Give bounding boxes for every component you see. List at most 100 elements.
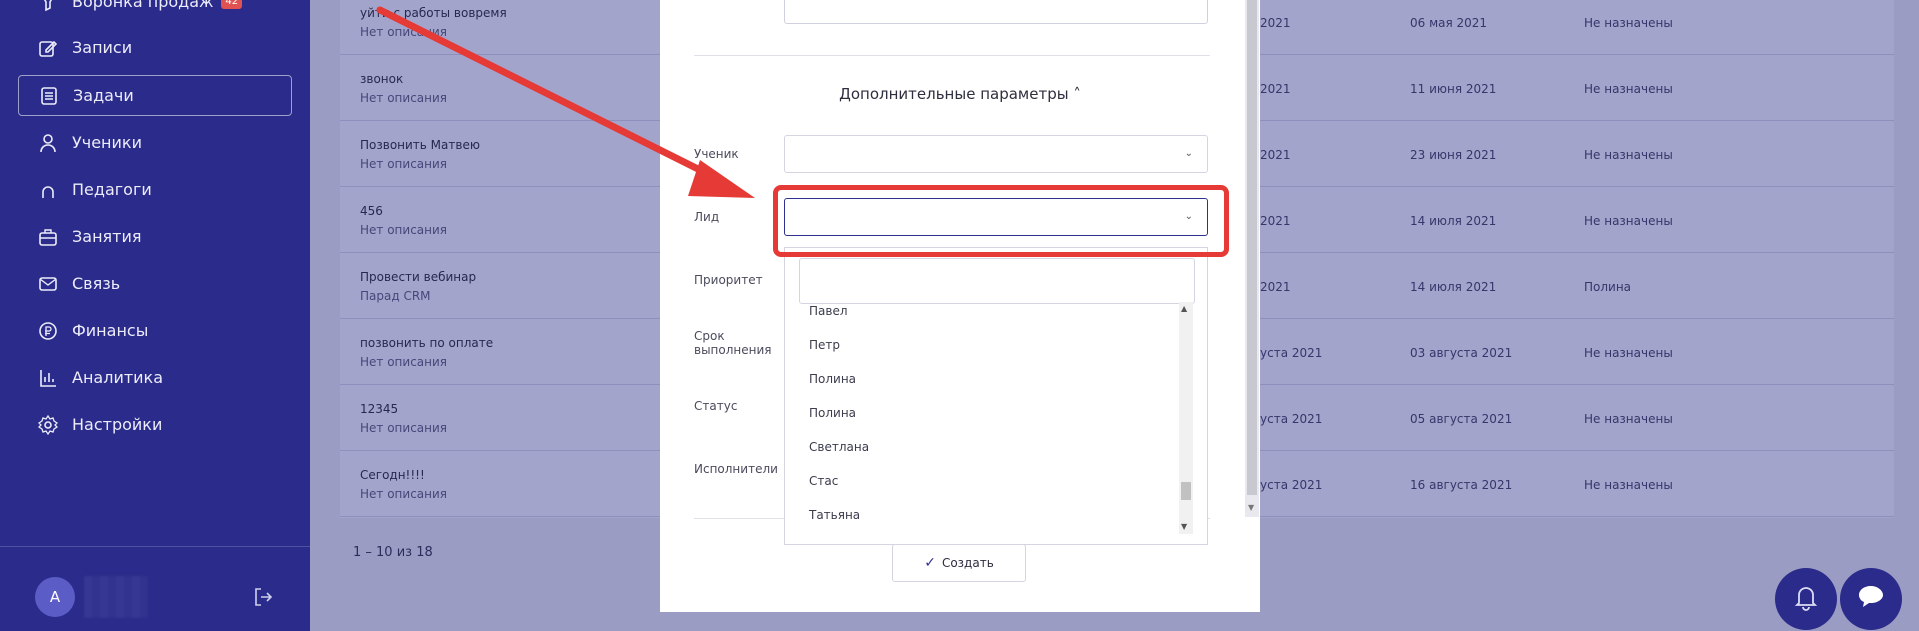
sidebar-item-teachers[interactable]: Педагоги (18, 169, 292, 210)
advanced-params-toggle[interactable]: Дополнительные параметры ˄ (660, 85, 1260, 103)
chevron-down-icon: ⌄ (1184, 148, 1193, 159)
bell-icon (1793, 583, 1819, 615)
task-desc: Нет описания (360, 421, 448, 435)
dropdown-option[interactable]: Светлана (809, 440, 869, 454)
sidebar-item-label: Связь (72, 274, 121, 293)
task-created: 2021 (1260, 148, 1291, 162)
funnel-icon (38, 0, 58, 12)
status-label: Статус (694, 399, 738, 413)
sidebar-item-finance[interactable]: Финансы (18, 310, 292, 351)
task-title: Провести вебинар (360, 270, 477, 284)
task-due: 16 августа 2021 (1410, 478, 1513, 492)
dropdown-option[interactable]: Павел (809, 304, 848, 318)
lead-dropdown: Павел Петр Полина Полина Светлана Стас Т… (784, 247, 1208, 545)
task-assignee: Не назначены (1584, 148, 1673, 162)
sidebar-item-label: Занятия (72, 227, 142, 246)
task-assignee: Не назначены (1584, 412, 1673, 426)
task-due: 14 июля 2021 (1410, 280, 1497, 294)
task-desc: Нет описания (360, 223, 448, 237)
sidebar-item-label: Записи (72, 38, 133, 57)
modal-divider (694, 55, 1210, 56)
task-desc: Нет описания (360, 25, 448, 39)
task-desc: Нет описания (360, 487, 448, 501)
task-created: 2021 (1260, 214, 1291, 228)
priority-label: Приоритет (694, 273, 763, 287)
task-created: 2021 (1260, 16, 1291, 30)
task-assignee: Не назначены (1584, 16, 1673, 30)
sidebar-item-label: Педагоги (72, 180, 152, 199)
student-select[interactable]: ⌄ (784, 135, 1208, 173)
highlight-box (773, 185, 1229, 257)
sidebar-divider (0, 546, 310, 547)
sidebar-item-label: Настройки (72, 415, 163, 434)
create-button-label: Создать (941, 556, 994, 570)
dropdown-option[interactable]: Полина (809, 406, 856, 420)
avatar[interactable]: А (35, 577, 75, 617)
task-created: уста 2021 (1260, 478, 1323, 492)
scrollbar-thumb[interactable] (1181, 482, 1191, 500)
task-title: 12345 (360, 402, 399, 416)
dropdown-option[interactable]: Татьяна (809, 508, 860, 522)
dropdown-scrollbar[interactable]: ▲ ▼ (1179, 302, 1193, 534)
dropdown-search-input[interactable] (799, 258, 1195, 304)
task-due: 11 июня 2021 (1410, 82, 1497, 96)
task-assignee: Не назначены (1584, 478, 1673, 492)
scroll-down-icon[interactable]: ▼ (1181, 522, 1187, 531)
task-created: 2021 (1260, 82, 1291, 96)
task-desc: Нет описания (360, 157, 448, 171)
chart-icon (38, 368, 58, 388)
task-desc: Нет описания (360, 91, 448, 105)
pagination-info: 1 – 10 из 18 (353, 545, 433, 560)
task-title: Позвонить Матвею (360, 138, 480, 152)
scroll-up-icon[interactable]: ▲ (1181, 304, 1187, 313)
tasks-icon (39, 86, 59, 106)
sidebar-item-sales-funnel[interactable]: Воронка продаж 42 (18, 0, 292, 22)
notifications-button[interactable] (1775, 568, 1837, 630)
task-assignee: Не назначены (1584, 214, 1673, 228)
sidebar-item-records[interactable]: Записи (18, 27, 292, 68)
dropdown-option[interactable]: Полина (809, 372, 856, 386)
task-created: уста 2021 (1260, 412, 1323, 426)
task-due: 14 июля 2021 (1410, 214, 1497, 228)
edit-icon (38, 38, 58, 58)
sidebar-item-settings[interactable]: Настройки (18, 404, 292, 445)
teacher-icon (38, 180, 58, 200)
description-textarea[interactable] (784, 0, 1208, 24)
sidebar-item-analytics[interactable]: Аналитика (18, 357, 292, 398)
sidebar-item-lessons[interactable]: Занятия (18, 216, 292, 257)
chat-icon (1856, 583, 1886, 615)
dropdown-option[interactable]: Петр (809, 338, 840, 352)
lead-label: Лид (694, 210, 720, 224)
scroll-down-icon[interactable]: ▼ (1248, 503, 1254, 512)
logout-icon[interactable] (252, 586, 276, 610)
sidebar-item-label: Воронка продаж (72, 0, 214, 11)
gear-icon (38, 414, 58, 435)
user-name-blurred (84, 576, 148, 618)
modal-scrollbar[interactable]: ▼ (1245, 0, 1259, 517)
task-title: Сегодн!!!! (360, 468, 425, 482)
task-created: 2021 (1260, 280, 1291, 294)
task-due: 23 июня 2021 (1410, 148, 1497, 162)
deadline-label: Срок выполнения (694, 329, 772, 357)
create-button[interactable]: ✓ Создать (892, 544, 1026, 582)
sidebar-item-tasks[interactable]: Задачи (18, 75, 292, 116)
task-assignee: Не назначены (1584, 82, 1673, 96)
student-label: Ученик (694, 147, 739, 161)
sidebar-item-label: Задачи (73, 86, 134, 105)
task-title: уйти с работы вовремя (360, 6, 507, 20)
sidebar-item-students[interactable]: Ученики (18, 122, 292, 163)
create-task-modal: Дополнительные параметры ˄ Ученик ⌄ Лид … (660, 0, 1260, 612)
dropdown-option[interactable]: Стас (809, 474, 838, 488)
task-assignee: Не назначены (1584, 346, 1673, 360)
task-due: 06 мая 2021 (1410, 16, 1488, 30)
sidebar-item-communication[interactable]: Связь (18, 263, 292, 304)
sidebar-item-label: Аналитика (72, 368, 164, 387)
task-desc: Парад CRM (360, 289, 431, 303)
chat-button[interactable] (1840, 568, 1902, 630)
scrollbar-thumb[interactable] (1247, 0, 1257, 495)
task-title: позвонить по оплате (360, 336, 494, 350)
task-created: уста 2021 (1260, 346, 1323, 360)
check-icon: ✓ (924, 555, 936, 571)
sidebar: Воронка продаж 42 Записи Задачи Ученики … (0, 0, 310, 631)
task-due: 05 августа 2021 (1410, 412, 1513, 426)
